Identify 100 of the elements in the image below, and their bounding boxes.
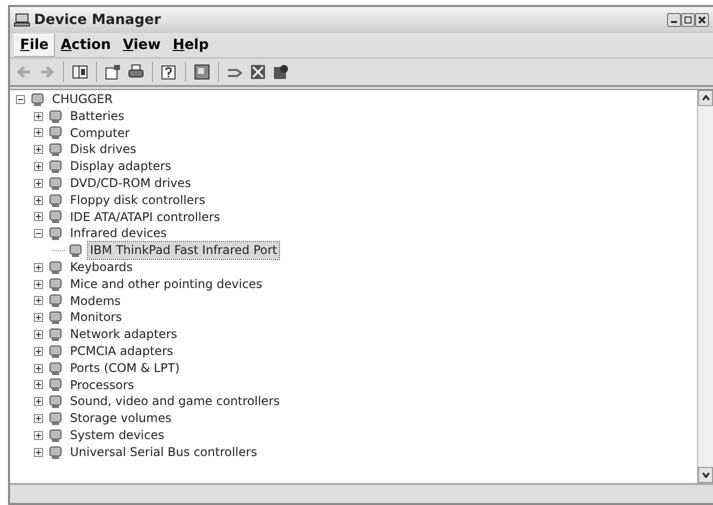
menu-item[interactable]: Help [166,34,215,56]
vertical-scrollbar[interactable] [697,90,713,483]
expand-toggle[interactable] [34,128,43,138]
maximize-icon [684,16,692,24]
device-icon [48,192,64,208]
scan-hardware-button[interactable] [192,64,212,80]
plus-icon [35,364,42,372]
plus-icon [35,348,42,355]
disable-button[interactable] [271,64,291,80]
plus-icon [35,264,42,271]
plus-icon [35,280,42,288]
expand-toggle[interactable] [34,212,43,222]
tree-item[interactable]: Computer [68,124,132,142]
expand-toggle[interactable] [34,296,43,306]
plus-icon [35,381,42,388]
window-title: Device Manager [34,10,161,30]
menu-item[interactable]: View [116,34,167,56]
menu-item[interactable]: File [14,34,55,56]
expand-toggle[interactable] [34,346,43,356]
plus-icon [35,331,42,338]
plus-icon [35,146,42,154]
tree-item[interactable]: Display adapters [68,158,174,175]
tree-item[interactable]: PCMCIA adapters [68,342,176,360]
tree-item[interactable]: Monitors [68,309,124,326]
expand-toggle[interactable] [34,330,43,340]
device-icon [48,344,64,359]
expand-toggle[interactable] [34,178,43,188]
plus-icon [35,196,42,204]
tree-item[interactable]: CHUGGER [50,91,115,108]
device-icon [48,108,64,124]
expand-toggle[interactable] [34,448,43,457]
expand-toggle[interactable] [34,430,43,440]
menu-item[interactable]: Action [54,34,117,56]
expand-toggle[interactable] [34,262,43,272]
device-icon [48,293,64,308]
tree-item[interactable]: Modems [68,292,123,310]
tree-item[interactable]: Universal Serial Bus controllers [68,444,260,461]
close-button[interactable] [695,13,709,27]
device-icon [48,377,64,392]
tree-item[interactable]: Storage volumes [68,410,174,427]
scroll-down-button[interactable] [698,467,713,483]
plus-icon [35,180,42,187]
tree-item[interactable]: Floppy disk controllers [68,192,208,209]
device-icon [48,276,64,292]
tree-item[interactable]: Network adapters [68,326,180,343]
maximize-button[interactable] [681,13,695,27]
expand-toggle[interactable] [34,112,43,121]
plus-icon [35,213,42,220]
tree-item[interactable]: Infrared devices [68,225,169,242]
expand-toggle[interactable] [34,397,43,406]
collapse-toggle[interactable] [34,229,43,238]
print-button[interactable] [126,64,146,80]
device-icon [48,226,64,242]
device-icon [48,142,64,158]
tree-item[interactable]: Mice and other pointing devices [68,276,264,293]
tree-item[interactable]: Processors [68,376,136,394]
scroll-up-button[interactable] [698,90,713,106]
show-hide-tree-button[interactable] [70,64,90,80]
device-icon [48,159,64,174]
device-icon [48,444,64,460]
tree-item[interactable]: Ports (COM & LPT) [68,360,182,377]
tree-item[interactable]: System devices [68,426,166,444]
plus-icon [35,314,42,322]
expand-toggle[interactable] [34,280,43,289]
device-icon [48,260,64,275]
device-icon [30,92,46,107]
plus-icon [35,398,42,406]
device-icon [48,428,64,443]
device-icon [48,176,64,191]
plus-icon [35,112,42,120]
tree-item[interactable]: Sound, video and game controllers [68,393,282,410]
expand-toggle[interactable] [34,145,43,154]
plus-icon [35,448,42,456]
tree-item[interactable]: IDE ATA/ATAPI controllers [68,208,222,226]
tree-item[interactable]: Keyboards [68,258,135,276]
expand-toggle[interactable] [34,364,43,373]
device-icon [48,394,64,410]
device-icon [48,310,64,326]
expand-toggle[interactable] [34,414,43,424]
device-icon [48,209,64,224]
expand-toggle[interactable] [34,380,43,390]
uninstall-button[interactable] [248,64,268,80]
device-icon [48,360,64,376]
computer-icon [14,13,30,27]
tree-item[interactable]: Batteries [68,108,126,125]
device-icon [48,327,64,342]
expand-toggle[interactable] [34,162,43,172]
expand-toggle[interactable] [34,196,43,205]
collapse-toggle[interactable] [16,94,25,104]
tree-item[interactable]: DVD/CD-ROM drives [68,174,194,192]
properties-button[interactable] [103,64,123,80]
tree-item[interactable]: IBM ThinkPad Fast Infrared Port [88,242,280,259]
expand-toggle[interactable] [34,313,43,322]
plus-icon [35,163,42,170]
tree-item[interactable]: Disk drives [68,141,138,158]
device-icon [48,125,64,140]
minimize-button[interactable] [667,13,681,27]
device-icon [48,411,64,426]
plus-icon [35,129,42,136]
device-icon [68,243,84,258]
